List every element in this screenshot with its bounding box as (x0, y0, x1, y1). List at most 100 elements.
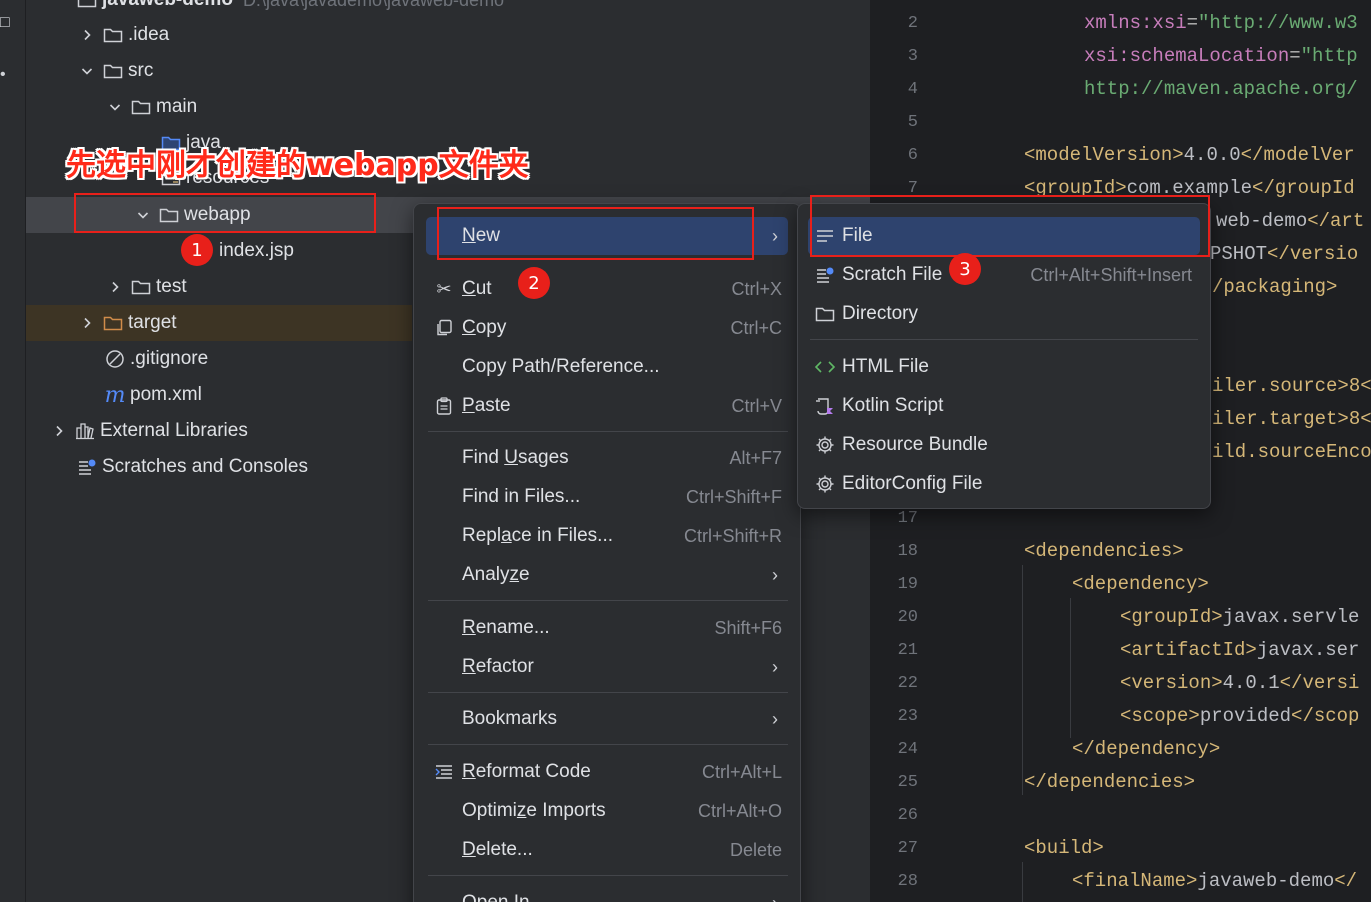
tree-root-path: D:\java\javademo\javaweb-demo (243, 0, 504, 11)
menu-item-cut[interactable]: ✂ Cut Ctrl+X (426, 270, 788, 308)
menu-item-find-in-files[interactable]: Find in Files... Ctrl+Shift+F (426, 478, 788, 516)
indent-guide (1070, 598, 1071, 738)
line-number: 5 (907, 113, 918, 132)
tree-row-root[interactable]: javaweb-demo D:\java\javademo\javaweb-de… (26, 0, 870, 18)
kotlin-script-icon (808, 396, 842, 416)
submenu-item-directory[interactable]: Directory (808, 295, 1200, 333)
menu-item-refactor[interactable]: Refactor › (426, 648, 788, 686)
menu-item-rename[interactable]: Rename... Shift+F6 (426, 609, 788, 647)
menu-separator (428, 600, 788, 601)
chevron-down-icon[interactable] (78, 62, 96, 80)
submenu-item-scratch-file[interactable]: Scratch File Ctrl+Alt+Shift+Insert (808, 256, 1200, 294)
chevron-right-icon: › (772, 656, 778, 677)
chevron-right-icon[interactable] (78, 314, 96, 332)
scratch-file-icon (808, 266, 842, 284)
line-number: 25 (897, 773, 918, 792)
submenu-item-html-file[interactable]: HTML File (808, 348, 1200, 386)
line-number: 17 (897, 509, 918, 528)
tree-row-src[interactable]: src (26, 53, 870, 89)
tree-item-label: src (128, 60, 154, 81)
menu-item-replace-in-files[interactable]: Replace in Files... Ctrl+Shift+R (426, 517, 788, 555)
code-line-15: ild.sourceEnco (1212, 441, 1371, 463)
menu-item-paste[interactable]: Paste Ctrl+V (426, 387, 788, 425)
menu-item-find-usages[interactable]: Find Usages Alt+F7 (426, 439, 788, 477)
code-line-13: iler.source>8< (1212, 375, 1371, 397)
menu-item-open-in[interactable]: Open In › (426, 884, 788, 902)
menu-item-reformat-code[interactable]: Reformat Code Ctrl+Alt+L (426, 753, 788, 791)
submenu-item-kotlin-script[interactable]: Kotlin Script (808, 387, 1200, 425)
strip-icon[interactable]: □ (0, 14, 10, 32)
code-line-24: </dependency> (1072, 738, 1221, 760)
annotation-callout: 先选中刚才创建的webapp文件夹 (66, 148, 529, 183)
copy-icon (426, 319, 462, 337)
tree-row-main[interactable]: main (26, 89, 870, 125)
menu-separator (428, 431, 788, 432)
code-line-23: <scope>provided</scop (1120, 705, 1360, 727)
folder-icon (130, 96, 152, 118)
ignore-file-icon (104, 348, 126, 370)
menu-item-copy[interactable]: Copy Ctrl+C (426, 309, 788, 347)
tree-item-label: Scratches and Consoles (102, 456, 308, 477)
code-line-8: web-demo</art (1216, 210, 1365, 232)
tree-item-label: test (156, 276, 187, 297)
tree-row-target[interactable]: target (26, 305, 412, 341)
line-number: 3 (907, 47, 918, 66)
line-number: 24 (897, 740, 918, 759)
menu-item-optimize-imports[interactable]: Optimize Imports Ctrl+Alt+O (426, 792, 788, 830)
code-line-22: <version>4.0.1</versi (1120, 672, 1360, 694)
gear-icon (808, 435, 842, 455)
folder-icon (76, 0, 98, 11)
tree-item-label: .gitignore (130, 348, 209, 369)
menu-item-delete[interactable]: Delete... Delete (426, 831, 788, 869)
code-line-28: <finalName>javaweb-demo</ (1072, 870, 1358, 892)
folder-icon (102, 60, 124, 82)
code-line-10: /packaging> (1212, 276, 1338, 298)
tree-item-label: main (156, 96, 198, 117)
menu-item-analyze[interactable]: Analyze › (426, 556, 788, 594)
code-line-4: http://maven.apache.org/ (1084, 78, 1358, 100)
code-line-3: xsi:schemaLocation="http (1084, 45, 1358, 67)
annotation-box-webapp (74, 193, 376, 233)
annotation-box-new (437, 207, 754, 260)
code-line-25: </dependencies> (1024, 771, 1196, 793)
tree-item-label: External Libraries (100, 420, 248, 441)
maven-icon: m (104, 382, 126, 408)
line-number: 28 (897, 872, 918, 891)
line-number: 19 (897, 575, 918, 594)
chevron-right-icon[interactable] (106, 278, 124, 296)
line-number: 4 (907, 80, 918, 99)
chevron-right-icon[interactable] (78, 26, 96, 44)
strip-dot-icon[interactable]: • (0, 66, 6, 84)
submenu-item-resource-bundle[interactable]: Resource Bundle (808, 426, 1200, 464)
step-badge-2: 2 (518, 267, 550, 299)
chevron-right-icon: › (772, 225, 778, 246)
chevron-right-icon[interactable] (50, 422, 68, 440)
annotation-box-file (810, 195, 1210, 257)
menu-item-copy-path[interactable]: Copy Path/Reference... (426, 348, 788, 386)
html-icon (808, 360, 842, 374)
code-line-18: <dependencies> (1024, 540, 1184, 562)
step-badge-1: 1 (181, 234, 213, 266)
line-number: 21 (897, 641, 918, 660)
line-number: 22 (897, 674, 918, 693)
code-line-6: <modelVersion>4.0.0</modelVer (1024, 144, 1355, 166)
code-line-14: iler.target>8< (1212, 408, 1371, 430)
line-number: 27 (897, 839, 918, 858)
code-line-9: PSHOT</versio (1210, 243, 1359, 265)
chevron-down-icon[interactable] (106, 98, 124, 116)
indent-guide (1022, 565, 1023, 795)
indent-guide (1022, 862, 1023, 902)
line-number: 23 (897, 707, 918, 726)
menu-item-bookmarks[interactable]: Bookmarks › (426, 700, 788, 738)
folder-icon (102, 24, 124, 46)
scratches-icon (76, 456, 98, 478)
tree-item-label: target (128, 312, 177, 333)
submenu-item-editorconfig-file[interactable]: EditorConfig File (808, 465, 1200, 503)
chevron-right-icon: › (772, 893, 778, 902)
tree-root-label: javaweb-demo (102, 0, 233, 11)
context-menu: New › ✂ Cut Ctrl+X Copy Ctrl+C Copy Path… (413, 203, 801, 902)
tree-row-idea[interactable]: .idea (26, 17, 870, 53)
chevron-right-icon: › (772, 708, 778, 729)
line-number: 2 (907, 14, 918, 33)
submenu-separator (810, 339, 1198, 340)
